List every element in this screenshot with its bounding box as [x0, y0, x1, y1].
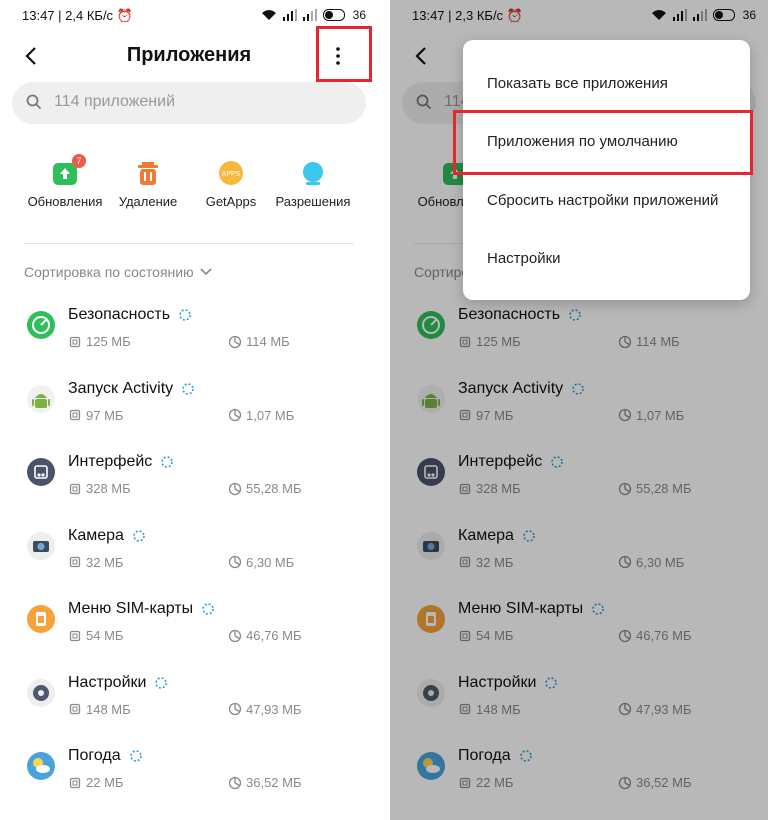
loading-spinner-icon	[133, 529, 145, 542]
trash-icon	[135, 160, 161, 186]
list-item[interactable]: Меню SIM-карты 54 МБ 46,76 МБ	[0, 594, 378, 664]
qa-uninstall[interactable]: Удаление	[103, 160, 193, 209]
status-time: 13:47 | 2,4 КБ/с ⏰	[22, 8, 133, 23]
app-size: 328 МБ	[68, 481, 131, 496]
getapps-icon: APPS	[218, 160, 244, 186]
storage-icon	[69, 409, 81, 421]
menu-item-settings[interactable]: Настройки	[487, 250, 727, 267]
list-item[interactable]: Настройки 148 МБ 47,93 МБ	[0, 668, 378, 738]
storage-icon	[69, 336, 81, 347]
permissions-icon	[300, 160, 326, 186]
app-cache: 1,07 МБ	[228, 408, 294, 423]
app-name: Интерфейс	[68, 453, 174, 471]
list-item[interactable]: Камера 32 МБ 6,30 МБ	[0, 521, 378, 591]
app-name: Меню SIM-карты	[68, 600, 215, 618]
security-icon	[26, 310, 56, 340]
weather-icon	[26, 751, 56, 781]
svg-text:APPS: APPS	[222, 171, 241, 178]
wifi-icon	[261, 10, 276, 20]
chevron-down-icon	[200, 268, 212, 276]
settings-icon	[26, 678, 56, 708]
qa-getapps[interactable]: APPS GetApps	[186, 160, 276, 209]
app-size: 148 МБ	[68, 702, 131, 717]
app-cache: 47,93 МБ	[228, 702, 302, 717]
app-name: Запуск Activity	[68, 380, 195, 398]
storage-icon	[69, 777, 81, 788]
cache-icon	[228, 776, 242, 789]
menu-item-reset-prefs[interactable]: Сбросить настройки приложений	[487, 192, 727, 209]
updates-badge: 7	[72, 154, 86, 168]
qa-updates[interactable]: 7 Обновления	[20, 154, 110, 209]
loading-spinner-icon	[155, 676, 168, 689]
app-size: 32 МБ	[68, 555, 123, 570]
app-size: 22 МБ	[68, 775, 123, 790]
signal-icon	[282, 9, 297, 21]
interface-icon	[26, 457, 56, 487]
qa-permissions[interactable]: Разрешения	[268, 160, 358, 209]
app-cache: 55,28 МБ	[228, 481, 302, 496]
app-size: 125 МБ	[68, 334, 131, 349]
list-item[interactable]: Погода 22 МБ 36,52 МБ	[0, 741, 378, 811]
battery-icon	[322, 9, 345, 21]
app-size: 54 МБ	[68, 628, 123, 643]
cache-icon	[228, 335, 242, 348]
signal-icon	[302, 9, 317, 21]
quick-actions: 7 Обновления Удаление APPS GetApps Разре…	[0, 154, 378, 216]
highlight-default-apps	[453, 110, 753, 175]
cache-icon	[228, 408, 242, 422]
loading-spinner-icon	[129, 750, 142, 762]
app-name: Погода	[68, 747, 143, 765]
app-name: Безопасность	[68, 306, 192, 324]
app-name: Камера	[68, 527, 146, 545]
alarm-icon: ⏰	[116, 8, 133, 23]
search-icon	[26, 94, 42, 110]
app-name: Настройки	[68, 674, 168, 692]
loading-spinner-icon	[161, 456, 174, 468]
app-list-screen: 13:47 | 2,4 КБ/с ⏰ 36 Приложения 114 при…	[0, 0, 378, 820]
camera-icon	[26, 531, 56, 561]
sim-icon	[26, 604, 56, 634]
cache-icon	[228, 555, 242, 569]
loading-spinner-icon	[179, 309, 191, 321]
storage-icon	[69, 630, 81, 641]
highlight-more-button	[316, 26, 372, 82]
android-icon	[26, 384, 56, 414]
sort-selector[interactable]: Сортировка по состоянию	[24, 264, 212, 280]
list-item[interactable]: Интерфейс 328 МБ 55,28 МБ	[0, 447, 378, 517]
app-size: 97 МБ	[68, 408, 123, 423]
update-icon: 7	[52, 154, 86, 186]
app-cache: 46,76 МБ	[228, 628, 302, 643]
app-cache: 6,30 МБ	[228, 555, 294, 570]
list-item[interactable]: Запуск Activity 97 МБ 1,07 МБ	[0, 374, 378, 444]
cache-icon	[228, 702, 242, 716]
search-input[interactable]: 114 приложений	[12, 82, 366, 124]
app-cache: 36,52 МБ	[228, 775, 302, 790]
loading-spinner-icon	[182, 382, 194, 395]
storage-icon	[69, 556, 81, 568]
storage-icon	[69, 483, 81, 494]
list-item[interactable]: Безопасность 125 МБ 114 МБ	[0, 300, 378, 370]
cache-icon	[228, 629, 242, 642]
storage-icon	[69, 703, 81, 715]
app-list-screen-menu-open: 13:47 | 2,3 КБ/с ⏰ 36 114 приложений	[390, 0, 768, 820]
loading-spinner-icon	[202, 603, 214, 615]
menu-item-show-all[interactable]: Показать все приложения	[487, 75, 727, 92]
divider	[24, 243, 354, 244]
app-cache: 114 МБ	[228, 334, 290, 349]
cache-icon	[228, 482, 242, 495]
